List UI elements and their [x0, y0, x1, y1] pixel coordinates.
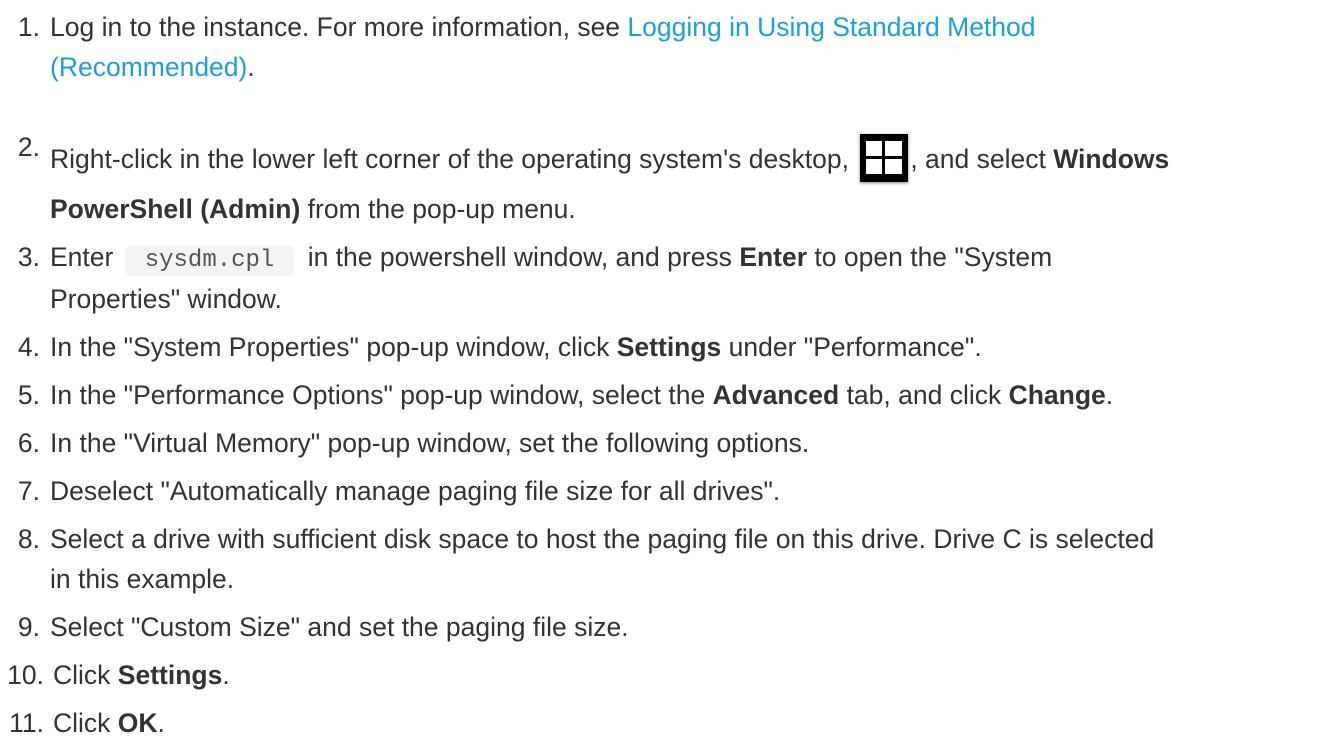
logging-in-link-continued[interactable]: (Recommended) [50, 52, 247, 82]
step-number: 5. [17, 380, 40, 410]
step-text: . [157, 708, 165, 738]
step-3-line-1: Enter sysdm.cpl in the powershell window… [50, 242, 1053, 277]
change-label: Change [1008, 380, 1106, 410]
step-number: 2. [17, 132, 40, 162]
step-text: In the "System Properties" pop-up window… [50, 332, 617, 362]
step-text: Click [53, 708, 118, 738]
step-text: Right-click in the lower left corner of … [50, 144, 849, 174]
sysdm-code: sysdm.cpl [124, 246, 295, 277]
step-text: Properties" window. [50, 284, 282, 314]
step-2-line-2: PowerShell (Admin) from the pop-up menu. [50, 196, 576, 223]
step-3-line-2: Properties" window. [50, 286, 282, 313]
step-11-line: Click OK. [53, 710, 165, 737]
step-number: 8. [17, 524, 40, 554]
step-text: . [222, 660, 230, 690]
step-1-line-1: Log in to the instance. For more informa… [50, 14, 1036, 41]
step-text: Enter [50, 242, 121, 272]
step-text: under "Performance". [721, 332, 982, 362]
step-text: Log in to the instance. For more informa… [50, 12, 628, 42]
step-8-line-1: Select a drive with sufficient disk spac… [50, 524, 1155, 554]
ok-label: OK [117, 708, 158, 738]
step-text: . [1105, 380, 1114, 410]
step-text: in the powershell window, and press [300, 242, 740, 272]
advanced-label: Advanced [712, 380, 840, 410]
step-number: 1. [17, 12, 40, 42]
step-8-line-2: in this example. [50, 564, 235, 594]
step-2-line-1: Right-click in the lower left corner of … [50, 134, 1169, 182]
step-4-line: In the "System Properties" pop-up window… [50, 334, 982, 361]
logging-in-link[interactable]: Logging in Using Standard Method [627, 12, 1035, 42]
step-text: In the "Performance Options" pop-up wind… [50, 380, 713, 410]
step-number: 6. [17, 428, 40, 458]
step-5-line: In the "Performance Options" pop-up wind… [50, 382, 1113, 409]
powershell-admin-label: PowerShell (Admin) [50, 194, 301, 224]
windows-label: Windows [1053, 144, 1170, 174]
step-text: from the pop-up menu. [300, 194, 576, 224]
step-text: , and select [910, 144, 1054, 174]
step-number: 3. [17, 242, 40, 272]
step-9-line: Select "Custom Size" and set the paging … [50, 612, 629, 642]
settings-label: Settings [616, 332, 722, 362]
step-number: 7. [17, 476, 40, 506]
settings-label: Settings [117, 660, 223, 690]
step-number: 9. [17, 612, 40, 642]
step-text: Click [53, 660, 118, 690]
step-number: 10. [7, 660, 44, 690]
step-number: 4. [17, 332, 40, 362]
step-1-line-2: (Recommended). [50, 54, 255, 81]
step-7-line: Deselect "Automatically manage paging fi… [50, 476, 781, 506]
windows-start-icon [860, 134, 909, 182]
step-text: tab, and click [839, 380, 1009, 410]
enter-key-label: Enter [739, 242, 808, 272]
step-text: to open the "System [807, 242, 1053, 272]
step-10-line: Click Settings. [53, 662, 230, 689]
step-6-line: In the "Virtual Memory" pop-up window, s… [50, 428, 810, 458]
step-number: 11. [9, 708, 44, 738]
step-text: . [247, 52, 255, 82]
